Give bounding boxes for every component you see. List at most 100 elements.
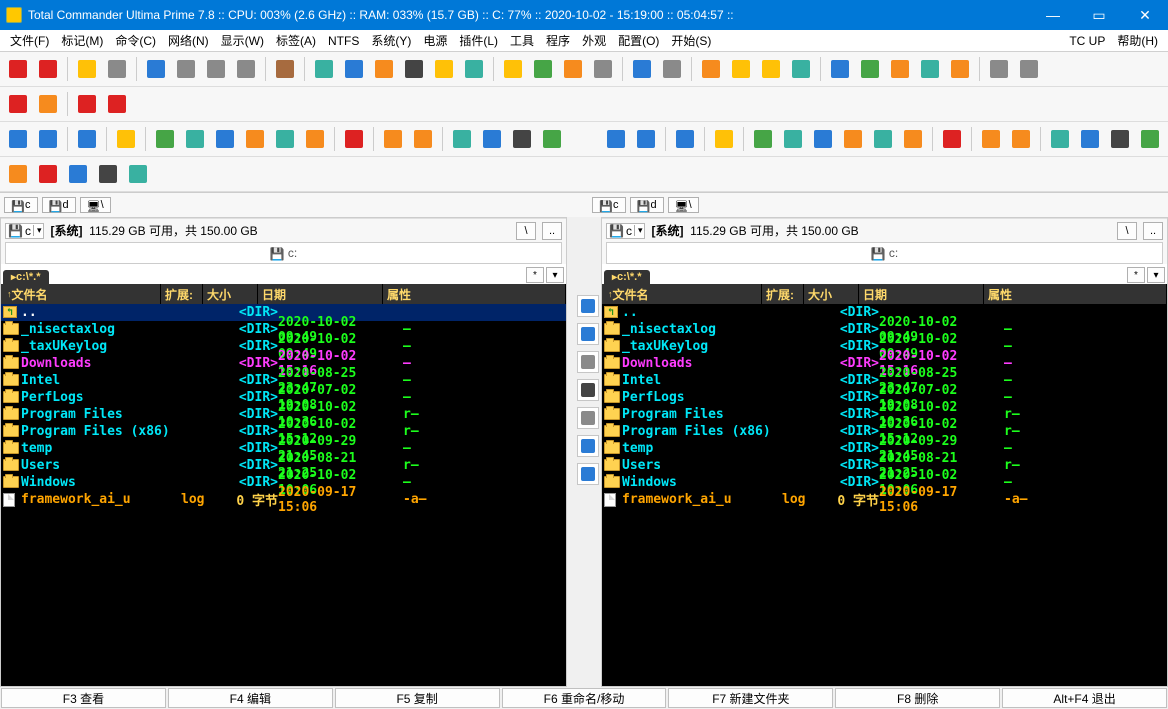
- net5-button[interactable]: [946, 55, 974, 83]
- thumbs-button[interactable]: [232, 55, 260, 83]
- warning-button[interactable]: [73, 55, 101, 83]
- swap-panels-button[interactable]: [577, 295, 599, 317]
- note-button[interactable]: [727, 55, 755, 83]
- app1-button[interactable]: [340, 55, 368, 83]
- left-fav-button[interactable]: [301, 125, 329, 153]
- fkey-F6[interactable]: F6 重命名/移动: [502, 688, 667, 708]
- property-button[interactable]: [577, 351, 599, 373]
- right-diff-button[interactable]: [1136, 125, 1164, 153]
- right-fast-button[interactable]: [869, 125, 897, 153]
- right-film-button[interactable]: [1106, 125, 1134, 153]
- menu-命令(C)[interactable]: 命令(C): [109, 30, 162, 51]
- right-fav-button[interactable]: [899, 125, 927, 153]
- drive-dropdown[interactable]: 💾c▾: [5, 223, 44, 239]
- clipboard-button[interactable]: [697, 55, 725, 83]
- chain1-button[interactable]: [985, 55, 1013, 83]
- menu-程序[interactable]: 程序: [540, 30, 576, 51]
- left-up-button[interactable]: [73, 125, 101, 153]
- left-close-button[interactable]: [340, 125, 368, 153]
- tab-dropdown-button[interactable]: ▾: [1147, 267, 1165, 283]
- screen-button[interactable]: [310, 55, 338, 83]
- current-drive-indicator[interactable]: 💾c:: [5, 242, 562, 264]
- parent-button[interactable]: ..: [1143, 222, 1163, 240]
- film2-button[interactable]: [94, 160, 122, 188]
- hex-button[interactable]: [577, 379, 599, 401]
- tree-button[interactable]: [589, 55, 617, 83]
- drive-button-d[interactable]: 💾d: [630, 197, 664, 213]
- save-as-button[interactable]: [577, 463, 599, 485]
- paste-button[interactable]: [559, 55, 587, 83]
- menu-帮助(H)[interactable]: 帮助(H): [1111, 30, 1164, 51]
- edit-file-button[interactable]: [529, 55, 557, 83]
- left-music-button[interactable]: [478, 125, 506, 153]
- tab-list-button[interactable]: *: [1127, 267, 1145, 283]
- close-button[interactable]: ✕: [1122, 0, 1168, 30]
- right-swap-button[interactable]: [779, 125, 807, 153]
- net2-button[interactable]: [856, 55, 884, 83]
- left-home-button[interactable]: [112, 125, 140, 153]
- list-small-button[interactable]: [172, 55, 200, 83]
- menu-显示(W)[interactable]: 显示(W): [215, 30, 270, 51]
- left-window-button[interactable]: [448, 125, 476, 153]
- power-button[interactable]: [103, 90, 131, 118]
- menu-网络(N)[interactable]: 网络(N): [162, 30, 215, 51]
- root-button[interactable]: \: [1117, 222, 1137, 240]
- menu-外观[interactable]: 外观: [576, 30, 612, 51]
- menu-标记(M)[interactable]: 标记(M): [55, 30, 109, 51]
- menu-工具[interactable]: 工具: [504, 30, 540, 51]
- pane-splitter[interactable]: [567, 217, 575, 687]
- note2-button[interactable]: [757, 55, 785, 83]
- left-crop-button[interactable]: [409, 125, 437, 153]
- fkey-F5[interactable]: F5 复制: [335, 688, 500, 708]
- right-forward-button[interactable]: [632, 125, 660, 153]
- search-button[interactable]: [628, 55, 656, 83]
- drive-button-c[interactable]: 💾c: [4, 197, 38, 213]
- left-play-button[interactable]: [211, 125, 239, 153]
- right-back-button[interactable]: [602, 125, 630, 153]
- cards-button[interactable]: [787, 55, 815, 83]
- left-film-button[interactable]: [508, 125, 536, 153]
- menu-标签(A)[interactable]: 标签(A): [270, 30, 322, 51]
- pad-button[interactable]: [577, 407, 599, 429]
- settings-button[interactable]: [460, 55, 488, 83]
- right-file-list[interactable]: ↰..<DIR>_nisectaxlog<DIR>2020-10-02 09:4…: [602, 304, 1167, 686]
- cal-button[interactable]: [34, 160, 62, 188]
- cube-button[interactable]: [370, 55, 398, 83]
- left-edit-button[interactable]: [151, 125, 179, 153]
- drive-button-d[interactable]: 💾d: [42, 197, 76, 213]
- app-blue-button[interactable]: [577, 323, 599, 345]
- case-button[interactable]: [271, 55, 299, 83]
- right-crop-button[interactable]: [1007, 125, 1035, 153]
- fkey-F7[interactable]: F7 新建文件夹: [668, 688, 833, 708]
- right-window-button[interactable]: [1046, 125, 1074, 153]
- menu-开始(S)[interactable]: 开始(S): [665, 30, 717, 51]
- net3-button[interactable]: [886, 55, 914, 83]
- menu-TC UP[interactable]: TC UP: [1063, 32, 1111, 50]
- chain2-button[interactable]: [1015, 55, 1043, 83]
- left-diff-button[interactable]: [538, 125, 566, 153]
- views-1-button[interactable]: [4, 55, 32, 83]
- menu-配置(O)[interactable]: 配置(O): [612, 30, 665, 51]
- left-forward-button[interactable]: [34, 125, 62, 153]
- drive-button-net[interactable]: 🖥\: [80, 197, 111, 213]
- directory-tab[interactable]: ▸c:\*.*: [3, 270, 49, 284]
- disk-save-button[interactable]: [577, 435, 599, 457]
- menu-NTFS[interactable]: NTFS: [322, 32, 365, 50]
- right-play-button[interactable]: [809, 125, 837, 153]
- stop-button[interactable]: [4, 90, 32, 118]
- rec-button[interactable]: [73, 90, 101, 118]
- tab-dropdown-button[interactable]: ▾: [546, 267, 564, 283]
- maximize-button[interactable]: ▭: [1076, 0, 1122, 30]
- fkey-F3[interactable]: F3 查看: [1, 688, 166, 708]
- list-large-button[interactable]: [142, 55, 170, 83]
- parent-button[interactable]: ..: [542, 222, 562, 240]
- minimize-button[interactable]: —: [1030, 0, 1076, 30]
- drive-button-net[interactable]: 🖥\: [668, 197, 699, 213]
- crop2-button[interactable]: [4, 160, 32, 188]
- right-edit-button[interactable]: [749, 125, 777, 153]
- folder-button[interactable]: [430, 55, 458, 83]
- drive-dropdown[interactable]: 💾c▾: [606, 223, 645, 239]
- tool-a-button[interactable]: [103, 55, 131, 83]
- menu-插件(L)[interactable]: 插件(L): [453, 30, 504, 51]
- left-stack-button[interactable]: [379, 125, 407, 153]
